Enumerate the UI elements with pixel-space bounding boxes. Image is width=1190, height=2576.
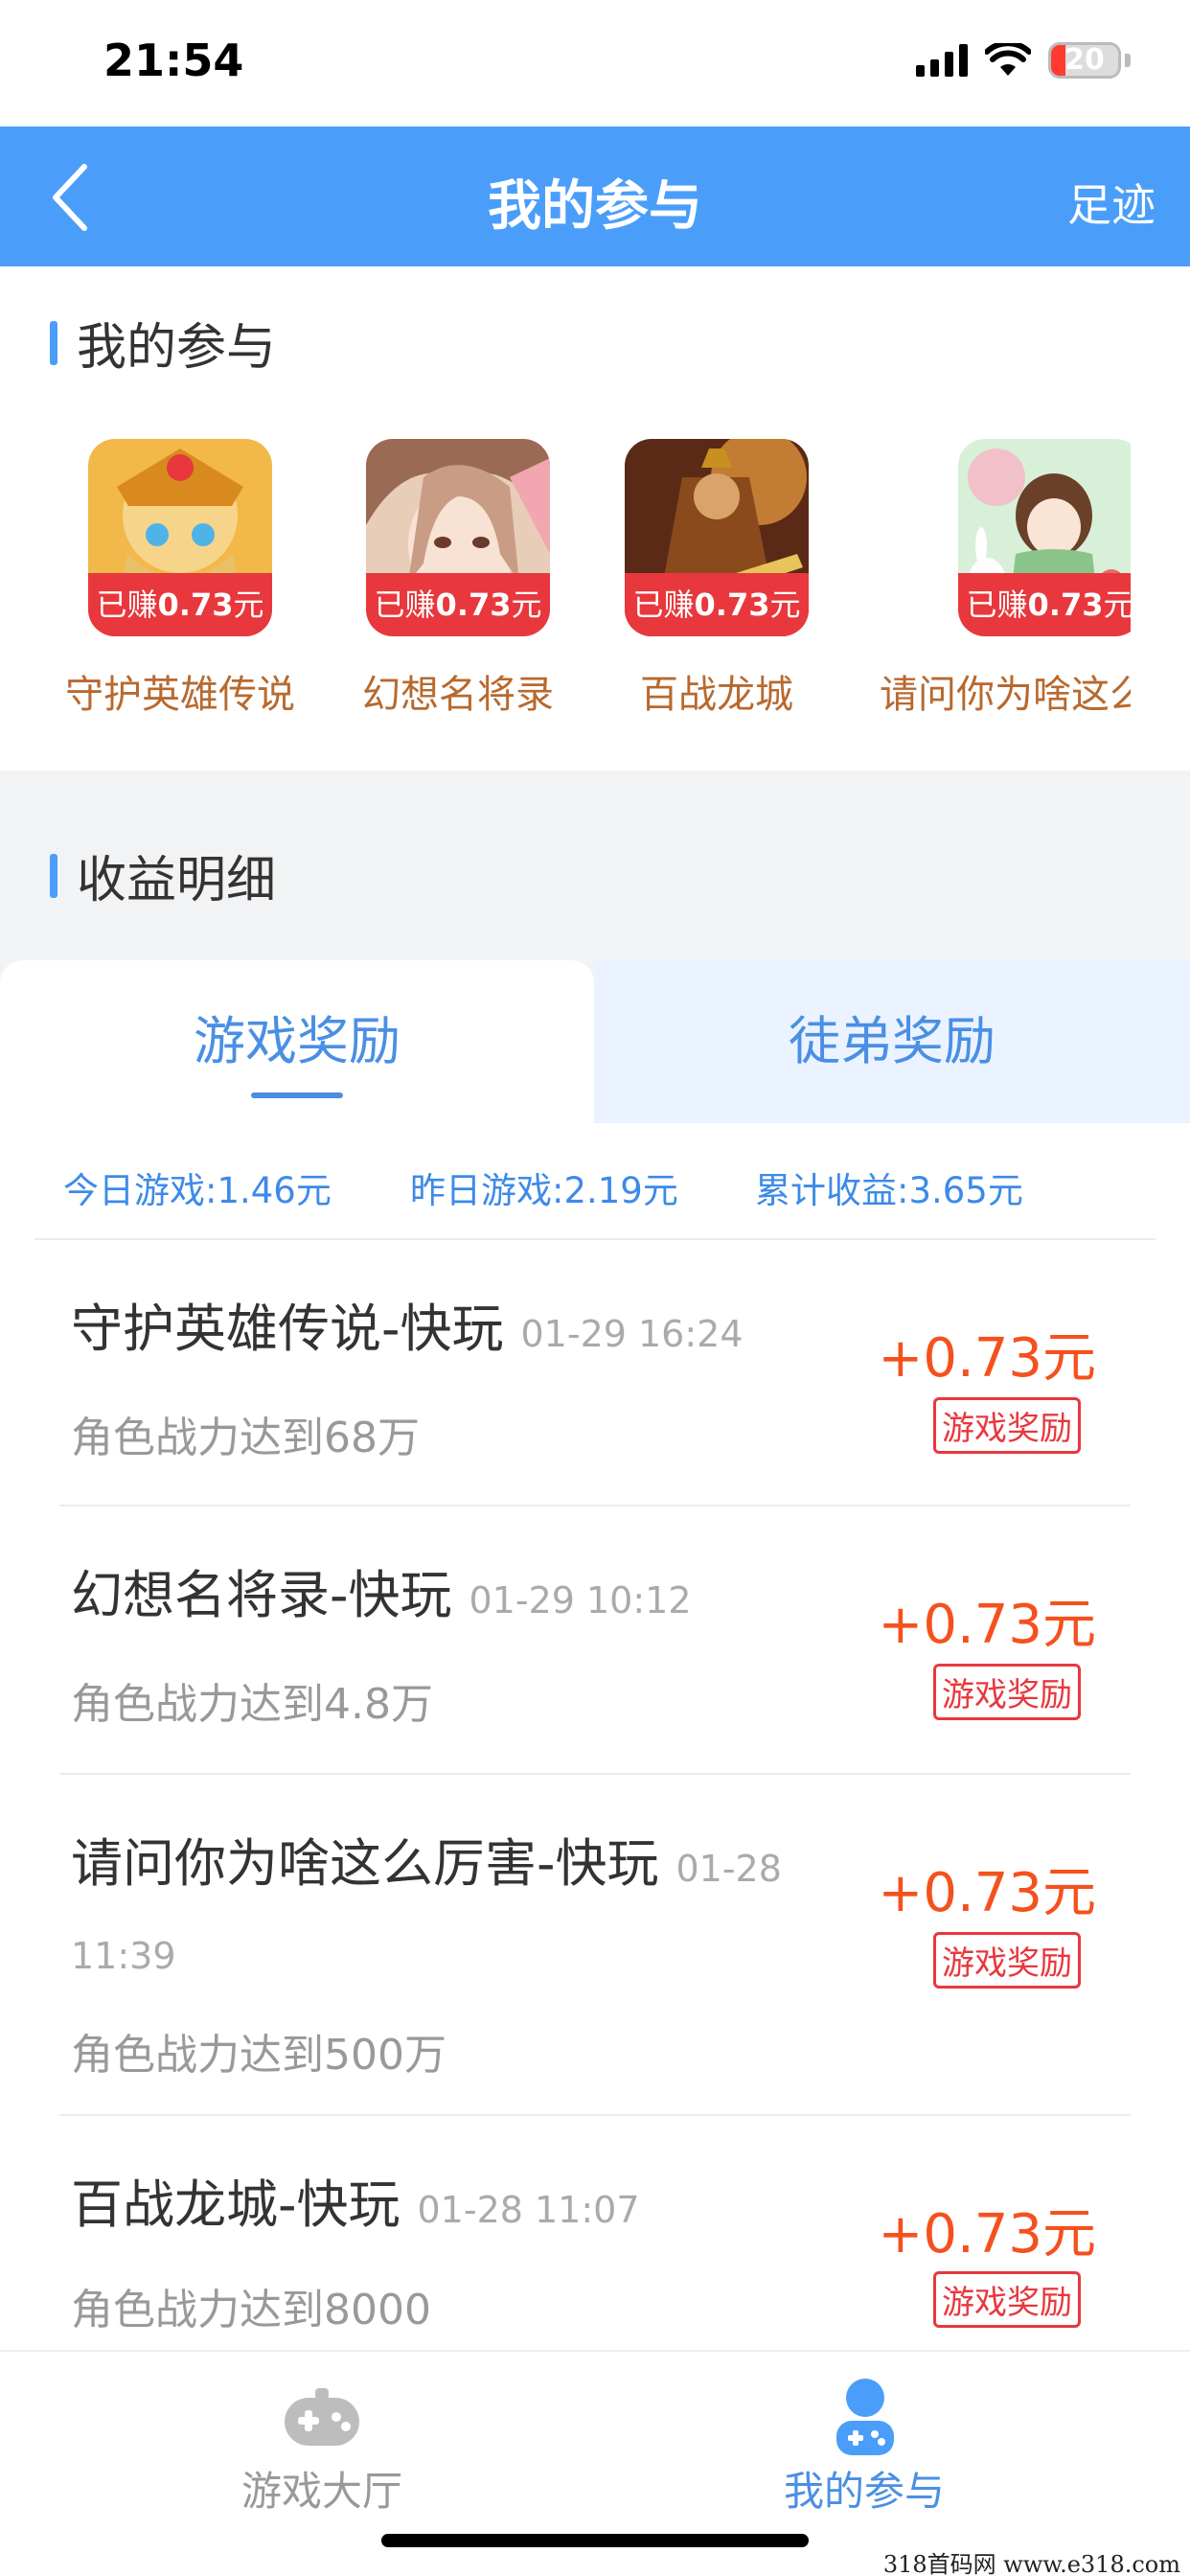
record-title: 百战龙城-快玩 01-28 11:07 (71, 2174, 640, 2235)
record-time: 01-29 16:24 (520, 1313, 744, 1355)
game-icon-huanxiang: 已赚0.73元 (366, 439, 550, 636)
record-tag: 游戏奖励 (933, 1932, 1081, 1989)
game-name: 守护英雄传说 (65, 673, 295, 717)
page-title: 我的参与 (488, 175, 702, 238)
record-row[interactable]: 守护英雄传说-快玩 01-29 16:24 角色战力达到68万 +0.73元 游戏… (59, 1240, 1131, 1506)
active-tab-indicator (251, 1092, 343, 1098)
tab-game-reward[interactable]: 游戏奖励 (0, 960, 594, 1123)
tabbar-my-participation[interactable]: 我的参与 (673, 2352, 1056, 2543)
record-amount: +0.73元 (878, 1327, 1096, 1390)
record-tag: 游戏奖励 (933, 1664, 1081, 1720)
user-gamepad-icon (836, 2379, 894, 2455)
record-title: 请问你为啥这么厉害-快玩 01-28 11:39 (71, 1833, 782, 1977)
battery-level: 20 (1064, 43, 1105, 77)
record-desc: 角色战力达到68万 (71, 1414, 420, 1462)
participated-games-row[interactable]: 已赚0.73元 守护英雄传说 已赚0.73元 幻想名将录 已赚0.73元 百战龙… (0, 439, 1131, 755)
game-icon-baizhan: 已赚0.73元 (625, 439, 809, 636)
watermark: 318首码网 www.e318.com (882, 2551, 1180, 2576)
record-amount: +0.73元 (878, 1594, 1096, 1656)
game-name: 幻想名将录 (362, 673, 554, 717)
income-heading-text: 收益明细 (77, 852, 277, 909)
record-tag: 游戏奖励 (933, 1397, 1081, 1454)
participation-section: 我的参与 已赚0.73元 守护英雄传说 已赚0.73元 幻想名将录 已赚0.73… (0, 266, 1190, 770)
status-time: 21:54 (103, 34, 244, 86)
game-name: 请问你为啥这么 (880, 673, 1131, 717)
record-time: 01-29 10:12 (469, 1579, 692, 1622)
heading-accent-bar (50, 320, 57, 365)
record-row[interactable]: 请问你为啥这么厉害-快玩 01-28 11:39 角色战力达到500万 +0.73… (59, 1775, 1131, 2116)
tabbar-my-participation-label: 我的参与 (783, 2468, 945, 2515)
status-bar: 21:54 20 (0, 0, 1190, 126)
stat-today: 今日游戏:1.46元 (63, 1170, 332, 1211)
record-desc: 角色战力达到500万 (71, 2031, 446, 2080)
game-card-shouhu[interactable]: 已赚0.73元 守护英雄传说 (65, 439, 295, 719)
tabbar-game-hall-label: 游戏大厅 (240, 2468, 402, 2515)
stat-total: 累计收益:3.65元 (755, 1170, 1023, 1211)
battery-cap (1125, 54, 1131, 67)
tab-game-reward-label: 游戏奖励 (194, 1011, 400, 1071)
status-icons: 20 (916, 42, 1131, 79)
earned-badge: 已赚0.73元 (958, 573, 1131, 636)
game-card-huanxiang[interactable]: 已赚0.73元 幻想名将录 (343, 439, 573, 719)
participation-heading: 我的参与 (50, 307, 276, 379)
record-desc: 角色战力达到8000 (71, 2286, 431, 2334)
gamepad-icon (285, 2388, 359, 2446)
record-desc: 角色战力达到4.8万 (71, 1680, 433, 1729)
cellular-signal-icon (916, 44, 968, 77)
earned-badge: 已赚0.73元 (366, 573, 550, 636)
income-stats: 今日游戏:1.46元 昨日游戏:2.19元 累计收益:3.65元 (34, 1123, 1156, 1240)
tabbar-game-hall[interactable]: 游戏大厅 (130, 2352, 514, 2543)
participation-heading-text: 我的参与 (77, 319, 277, 377)
stat-yesterday: 昨日游戏:2.19元 (410, 1170, 678, 1211)
game-icon-qingwen: 已赚0.73元 (958, 439, 1131, 636)
income-heading: 收益明细 (50, 840, 276, 911)
home-indicator[interactable] (381, 2534, 809, 2547)
game-card-qingwen[interactable]: 已赚0.73元 请问你为啥这么 (872, 439, 1131, 719)
tab-apprentice-reward[interactable]: 徒弟奖励 (594, 960, 1190, 1123)
record-amount: +0.73元 (878, 2203, 1096, 2266)
footprint-button[interactable]: 足迹 (1067, 171, 1156, 234)
tab-apprentice-reward-label: 徒弟奖励 (789, 1011, 995, 1071)
game-card-baizhan[interactable]: 已赚0.73元 百战龙城 (602, 439, 832, 719)
game-name: 百战龙城 (640, 673, 793, 717)
record-row[interactable]: 幻想名将录-快玩 01-29 10:12 角色战力达到4.8万 +0.73元 游戏… (59, 1506, 1131, 1775)
income-list[interactable]: 今日游戏:1.46元 昨日游戏:2.19元 累计收益:3.65元 守护英雄传说-… (0, 1123, 1190, 2350)
record-amount: +0.73元 (878, 1862, 1096, 1924)
nav-bar: 我的参与 足迹 (0, 126, 1190, 266)
earned-badge: 已赚0.73元 (625, 573, 809, 636)
heading-accent-bar (50, 853, 57, 898)
battery-icon: 20 (1048, 42, 1121, 79)
game-icon-shouhu: 已赚0.73元 (88, 439, 272, 636)
record-tag: 游戏奖励 (933, 2271, 1081, 2328)
record-title: 守护英雄传说-快玩 01-29 16:24 (71, 1299, 744, 1359)
wifi-icon (985, 43, 1031, 76)
record-time: 01-28 11:07 (417, 2189, 640, 2231)
earned-badge: 已赚0.73元 (88, 573, 272, 636)
income-tabs: 游戏奖励 徒弟奖励 (0, 960, 1190, 1123)
record-title: 幻想名将录-快玩 01-29 10:12 (71, 1565, 692, 1625)
record-row[interactable]: 百战龙城-快玩 01-28 11:07 角色战力达到8000 +0.73元 游戏奖… (59, 2116, 1131, 2350)
